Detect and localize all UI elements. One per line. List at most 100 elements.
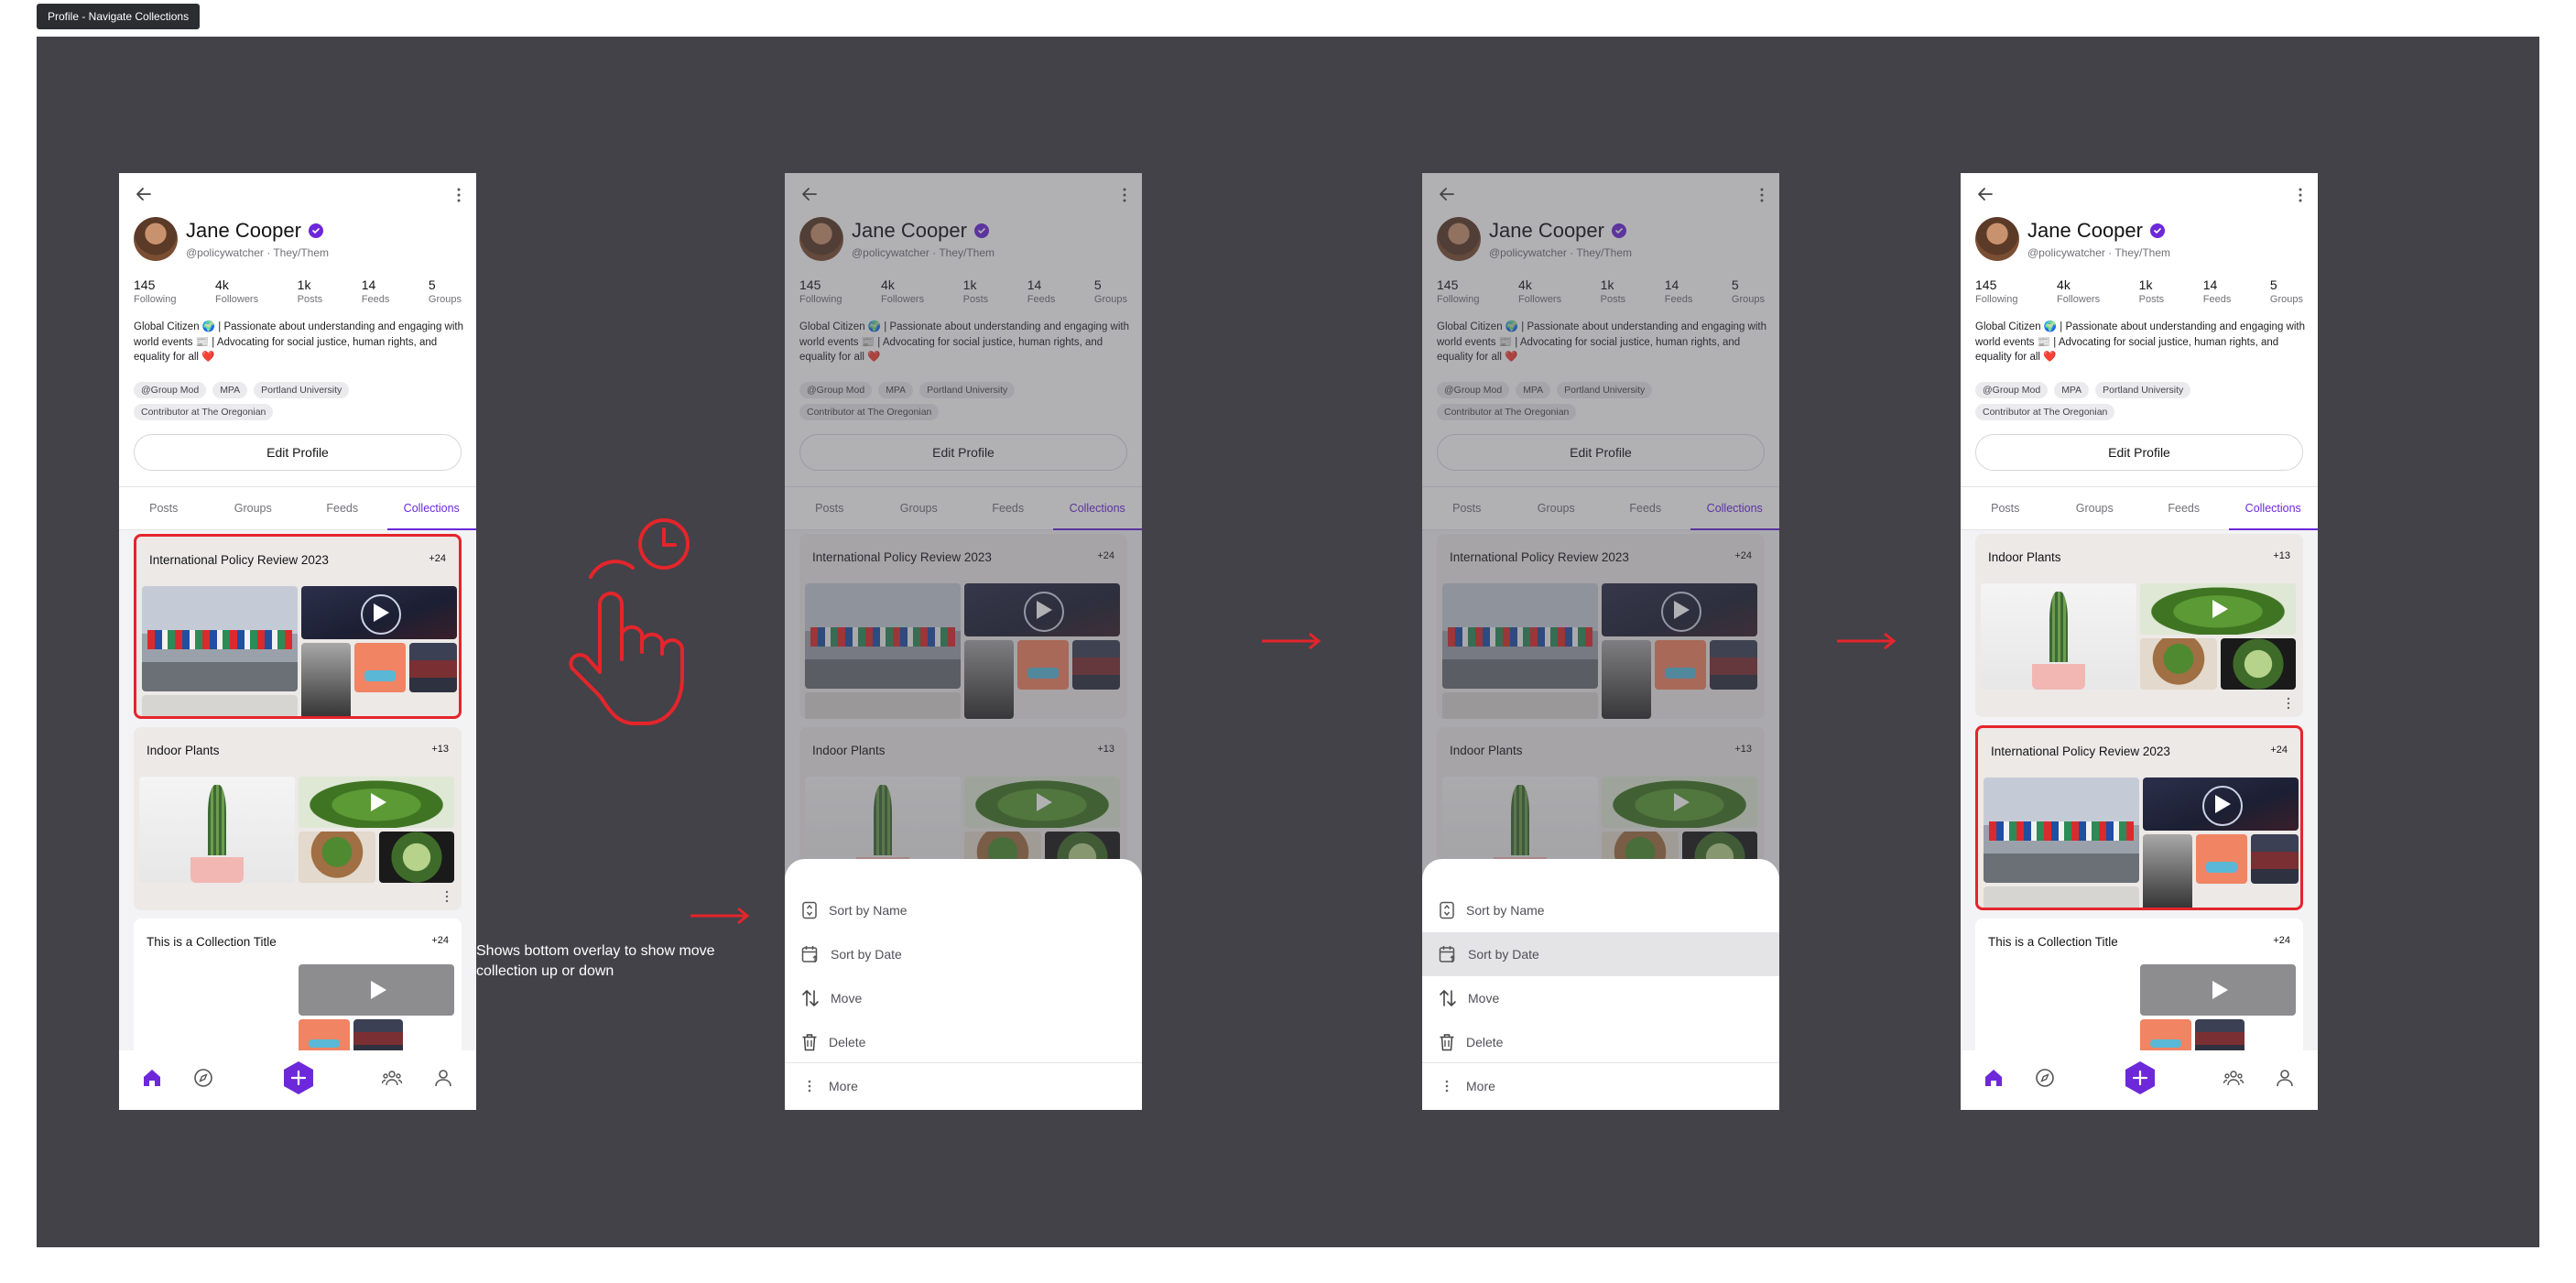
divider	[1422, 1062, 1779, 1063]
video-thumbnail[interactable]	[2140, 583, 2296, 635]
play-icon	[2212, 981, 2228, 999]
tag-chip[interactable]: @Group Mod	[134, 382, 207, 398]
more-vertical-icon[interactable]	[445, 890, 449, 903]
collection-count-badge: +24	[431, 935, 449, 946]
tab-posts[interactable]: Posts	[119, 487, 209, 529]
avatar[interactable]	[1975, 217, 2019, 261]
home-icon[interactable]	[141, 1067, 163, 1089]
sort-by-name-option[interactable]: Sort by Name	[785, 888, 1142, 932]
create-post-button[interactable]	[2124, 1060, 2157, 1095]
collection-card-generic[interactable]: This is a Collection Title +24	[134, 919, 462, 1050]
play-icon	[2215, 795, 2231, 813]
sort-by-date-option[interactable]: Sort by Date	[785, 932, 1142, 976]
edit-profile-button[interactable]: Edit Profile	[134, 434, 462, 471]
stat-value: 1k	[2138, 277, 2153, 292]
community-icon[interactable]	[2223, 1067, 2244, 1089]
profile-icon[interactable]	[2274, 1067, 2296, 1089]
collection-count-badge: +13	[2273, 550, 2290, 561]
stat-value: 145	[134, 277, 156, 292]
tag-chip[interactable]: Portland University	[2095, 382, 2191, 398]
stat-value: 14	[2202, 277, 2218, 292]
stat-groups[interactable]: 5 Groups	[2270, 277, 2303, 305]
option-label: Sort by Date	[831, 947, 902, 962]
delete-option[interactable]: Delete	[785, 1020, 1142, 1064]
stat-posts[interactable]: 1k Posts	[2139, 277, 2165, 305]
collection-card-policy[interactable]: International Policy Review 2023 +24	[1975, 725, 2303, 910]
video-thumbnail[interactable]	[2140, 964, 2296, 1016]
delete-option[interactable]: Delete	[1422, 1020, 1779, 1064]
move-option[interactable]: Move	[785, 976, 1142, 1020]
collection-card-plants[interactable]: Indoor Plants +13	[134, 727, 462, 910]
stat-label: Posts	[2138, 294, 2165, 305]
tag-chip[interactable]: Contributor at The Oregonian	[1975, 404, 2115, 420]
tab-collections[interactable]: Collections	[2228, 487, 2319, 530]
tag-chip[interactable]: MPA	[2054, 382, 2090, 398]
bottom-sheet: Sort by Name Sort by Date Move Delete Mo…	[785, 859, 1142, 1110]
edit-profile-button[interactable]: Edit Profile	[1975, 434, 2303, 471]
sort-by-date-option[interactable]: Sort by Date	[1422, 932, 1779, 976]
stat-value: 145	[1975, 277, 1997, 292]
more-vertical-icon[interactable]	[2298, 186, 2303, 204]
podcast-image	[2196, 834, 2247, 884]
tag-chip[interactable]: Portland University	[254, 382, 350, 398]
portrait-image	[353, 1019, 403, 1050]
stat-feeds[interactable]: 14 Feeds	[362, 277, 390, 305]
tag-chip[interactable]: @Group Mod	[1975, 382, 2049, 398]
stat-groups[interactable]: 5 Groups	[429, 277, 462, 305]
create-post-button[interactable]	[282, 1060, 315, 1095]
tag-chip[interactable]: Contributor at The Oregonian	[134, 404, 274, 420]
avatar[interactable]	[134, 217, 178, 261]
profile-icon[interactable]	[432, 1067, 454, 1089]
stat-following[interactable]: 145 Following	[1975, 277, 2017, 305]
profile-tabs: Posts Groups Feeds Collections	[1961, 486, 2318, 530]
community-icon[interactable]	[381, 1067, 403, 1089]
option-label: Move	[831, 991, 863, 1006]
phone-screen: Jane Cooper @policywatcher · They/Them 1…	[1422, 173, 1779, 1110]
home-icon[interactable]	[1983, 1067, 2005, 1089]
compass-icon[interactable]	[2034, 1067, 2056, 1089]
stat-followers[interactable]: 4k Followers	[2057, 277, 2100, 305]
more-option[interactable]: More	[1422, 1064, 1779, 1108]
sort-name-icon	[802, 901, 817, 919]
tab-groups[interactable]: Groups	[2050, 487, 2140, 529]
compass-icon[interactable]	[192, 1067, 214, 1089]
tab-posts[interactable]: Posts	[1961, 487, 2050, 529]
collection-title: Indoor Plants	[1988, 550, 2061, 564]
stat-label: Feeds	[2202, 294, 2232, 305]
stat-following[interactable]: 145 Following	[134, 277, 176, 305]
play-icon	[371, 793, 386, 811]
tag-chip[interactable]: MPA	[212, 382, 248, 398]
tab-feeds[interactable]: Feeds	[298, 487, 387, 529]
article-image	[142, 695, 298, 716]
collection-card-policy[interactable]: International Policy Review 2023 +24	[134, 534, 462, 719]
stat-followers[interactable]: 4k Followers	[215, 277, 258, 305]
option-label: More	[829, 1079, 858, 1093]
tab-collections[interactable]: Collections	[386, 487, 477, 530]
phone-screen: Jane Cooper @policywatcher · They/Them 1…	[119, 173, 476, 1110]
stat-value: 14	[361, 277, 376, 292]
tab-groups[interactable]: Groups	[209, 487, 299, 529]
stat-label: Followers	[215, 294, 259, 305]
video-thumbnail[interactable]	[299, 777, 454, 828]
profile-name: Jane Cooper	[186, 219, 301, 242]
stat-posts[interactable]: 1k Posts	[298, 277, 323, 305]
back-arrow-icon[interactable]	[132, 182, 156, 206]
potted-plant-image	[299, 832, 375, 883]
more-vertical-icon[interactable]	[2287, 697, 2290, 710]
stat-value: 4k	[2057, 277, 2071, 292]
bottom-navigation	[1961, 1050, 2318, 1110]
collection-card-plants[interactable]: Indoor Plants +13	[1975, 534, 2303, 717]
video-thumbnail[interactable]	[2143, 777, 2299, 831]
tab-feeds[interactable]: Feeds	[2139, 487, 2229, 529]
video-thumbnail[interactable]	[301, 586, 457, 639]
sort-by-name-option[interactable]: Sort by Name	[1422, 888, 1779, 932]
more-vertical-icon[interactable]	[456, 186, 462, 204]
collection-card-generic[interactable]: This is a Collection Title +24	[1975, 919, 2303, 1050]
more-option[interactable]: More	[785, 1064, 1142, 1108]
move-option[interactable]: Move	[1422, 976, 1779, 1020]
stat-feeds[interactable]: 14 Feeds	[2203, 277, 2232, 305]
profile-stats: 145 Following 4k Followers 1k Posts 14 Feeds…	[134, 277, 462, 305]
video-thumbnail[interactable]	[299, 964, 454, 1016]
collection-count-badge: +24	[429, 553, 446, 564]
back-arrow-icon[interactable]	[1973, 182, 1997, 206]
